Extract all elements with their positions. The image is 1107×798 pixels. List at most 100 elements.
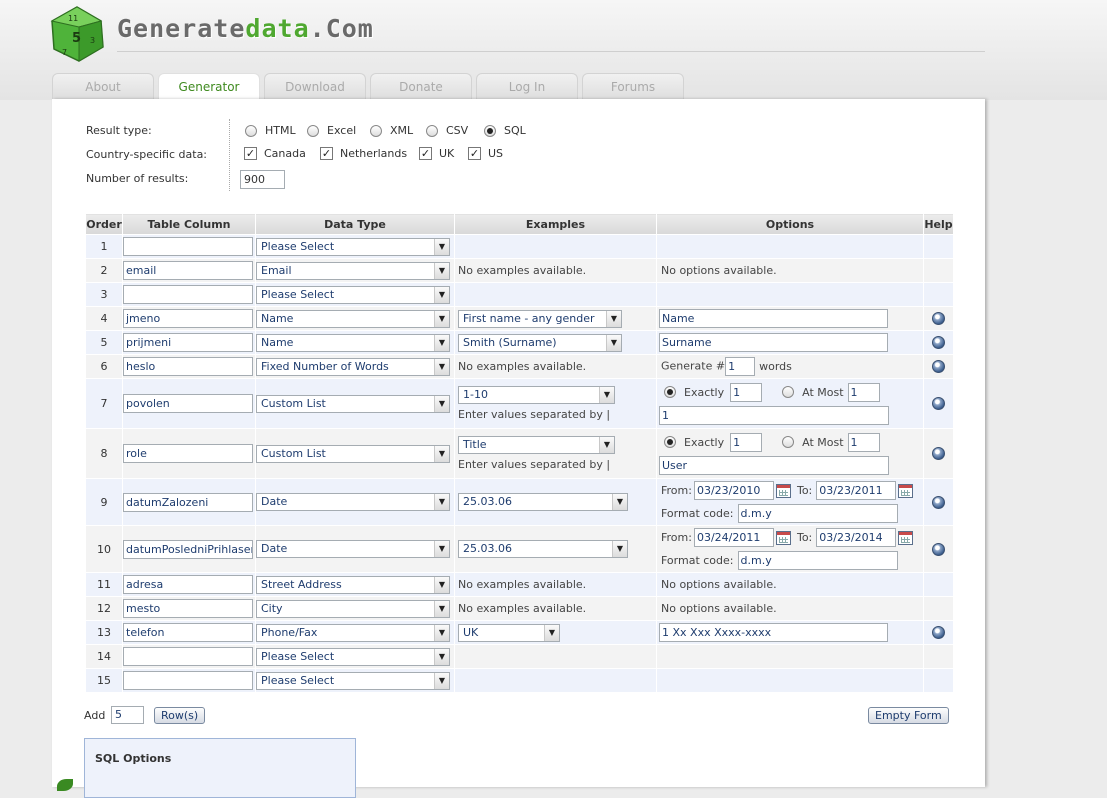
date-from-input[interactable]: 03/23/2010	[693, 481, 774, 500]
examples-select[interactable]: First name - any gender ▼	[458, 309, 622, 328]
column-name-input[interactable]	[123, 285, 253, 304]
options-input[interactable]: Name	[659, 309, 888, 328]
date-to-input[interactable]: 03/23/2014	[816, 528, 897, 547]
site-logo-text[interactable]: Generatedata.Com	[117, 14, 374, 43]
help-icon[interactable]	[932, 626, 945, 640]
column-name-input[interactable]: role	[123, 444, 253, 463]
result-type-sql[interactable]: SQL	[484, 124, 526, 137]
column-name-input[interactable]	[123, 671, 253, 690]
calendar-icon[interactable]	[775, 530, 791, 545]
tab-log-in[interactable]: Log In	[476, 73, 578, 99]
radio-button[interactable]	[426, 124, 438, 137]
data-type-select[interactable]: Name ▼	[256, 333, 450, 352]
data-type-select[interactable]: Custom List ▼	[256, 444, 450, 463]
tab-generator[interactable]: Generator	[158, 73, 260, 100]
examples-select[interactable]: Smith (Surname) ▼	[458, 333, 622, 352]
examples-select[interactable]: 25.03.06 ▼	[458, 540, 628, 558]
data-type-select[interactable]: Date ▼	[256, 540, 450, 558]
date-to-input[interactable]: 03/23/2011	[816, 481, 897, 500]
tab-download[interactable]: Download	[264, 73, 366, 99]
calendar-icon[interactable]	[775, 483, 791, 498]
result-type-html[interactable]: HTML	[245, 124, 296, 137]
data-type-select[interactable]: Please Select ▼	[256, 285, 450, 304]
exactly-radio[interactable]	[664, 436, 676, 448]
tab-forums[interactable]: Forums	[582, 73, 684, 99]
empty-form-button[interactable]: Empty Form	[868, 707, 949, 724]
result-type-csv[interactable]: CSV	[426, 124, 468, 137]
word-count-input[interactable]: 1	[725, 357, 756, 376]
column-name-input[interactable]: telefon	[123, 623, 253, 642]
column-name-input[interactable]: prijmeni	[123, 333, 253, 352]
column-name-input[interactable]: povolen	[123, 394, 253, 413]
radio-button[interactable]	[307, 124, 319, 137]
column-name-input[interactable]: email	[123, 261, 253, 280]
checkbox[interactable]: ✓	[468, 147, 481, 160]
at-most-input[interactable]: 1	[847, 382, 880, 402]
data-type-select[interactable]: Please Select ▼	[256, 671, 450, 690]
country-netherlands[interactable]: ✓ Netherlands	[320, 147, 407, 160]
tab-about[interactable]: About	[52, 73, 154, 99]
radio-button[interactable]	[370, 124, 382, 137]
data-type-select[interactable]: Please Select ▼	[256, 237, 450, 256]
examples-select[interactable]: Title ▼	[458, 436, 615, 454]
data-type-select[interactable]: Name ▼	[256, 309, 450, 328]
help-icon[interactable]	[932, 312, 945, 326]
list-values-input[interactable]: User	[659, 455, 889, 475]
format-code-input[interactable]: d.m.y	[737, 551, 898, 570]
date-from-input[interactable]: 03/24/2011	[693, 528, 774, 547]
help-icon[interactable]	[932, 336, 945, 350]
date-format: Format code: d.m.y	[661, 504, 923, 523]
data-type-select[interactable]: Fixed Number of Words ▼	[256, 357, 450, 376]
tab-donate[interactable]: Donate	[370, 73, 472, 99]
add-rows-input[interactable]: 5	[111, 706, 144, 724]
country-canada[interactable]: ✓ Canada	[244, 147, 306, 160]
country-us[interactable]: ✓ US	[468, 147, 503, 160]
help-icon[interactable]	[932, 542, 945, 556]
examples-select[interactable]: 25.03.06 ▼	[458, 493, 628, 511]
exactly-input[interactable]: 1	[730, 382, 763, 402]
country-uk[interactable]: ✓ UK	[419, 147, 454, 160]
data-type-select[interactable]: Please Select ▼	[256, 647, 450, 666]
list-values-input[interactable]: 1	[659, 405, 889, 425]
checkbox[interactable]: ✓	[419, 147, 432, 160]
at-most-radio[interactable]	[782, 386, 795, 398]
num-results-input[interactable]: 900	[240, 170, 285, 189]
exactly-radio[interactable]	[664, 386, 676, 398]
data-type-select[interactable]: Email ▼	[256, 261, 450, 280]
examples-select[interactable]: UK ▼	[458, 623, 560, 642]
exactly-input[interactable]: 1	[730, 432, 763, 452]
checkbox[interactable]: ✓	[320, 147, 333, 160]
options-input[interactable]: 1 Xx Xxx Xxxx-xxxx	[659, 623, 888, 642]
column-name-input[interactable]	[123, 237, 253, 256]
at-most-radio[interactable]	[782, 436, 795, 448]
examples-select[interactable]: 1-10 ▼	[458, 386, 615, 404]
result-type-excel[interactable]: Excel	[307, 124, 356, 137]
die-logo-icon[interactable]: 5 11 7 3	[48, 5, 106, 63]
calendar-icon[interactable]	[898, 530, 914, 545]
data-type-select[interactable]: City ▼	[256, 599, 450, 618]
at-most-input[interactable]: 1	[847, 432, 880, 452]
options-input[interactable]: Surname	[659, 333, 888, 352]
add-rows-button[interactable]: Row(s)	[154, 707, 206, 724]
column-name-input[interactable]: heslo	[123, 357, 253, 376]
column-name-input[interactable]	[123, 647, 253, 666]
calendar-icon[interactable]	[898, 483, 914, 498]
data-type-select[interactable]: Street Address ▼	[256, 575, 450, 594]
help-icon[interactable]	[932, 360, 945, 374]
checkbox[interactable]: ✓	[244, 147, 257, 160]
radio-button[interactable]	[484, 124, 496, 137]
data-type-select[interactable]: Phone/Fax ▼	[256, 623, 450, 642]
result-type-xml[interactable]: XML	[370, 124, 413, 137]
column-name-input[interactable]: jmeno	[123, 309, 253, 328]
column-name-input[interactable]: datumPosledniPrihlaseni	[123, 539, 253, 559]
help-icon[interactable]	[932, 495, 945, 509]
format-code-input[interactable]: d.m.y	[737, 504, 898, 523]
column-name-input[interactable]: datumZalozeni	[123, 492, 253, 512]
column-name-input[interactable]: adresa	[123, 575, 253, 594]
data-type-select[interactable]: Custom List ▼	[256, 394, 450, 413]
help-icon[interactable]	[932, 397, 945, 411]
column-name-input[interactable]: mesto	[123, 599, 253, 618]
radio-button[interactable]	[245, 124, 257, 137]
data-type-select[interactable]: Date ▼	[256, 493, 450, 511]
help-icon[interactable]	[932, 447, 945, 461]
